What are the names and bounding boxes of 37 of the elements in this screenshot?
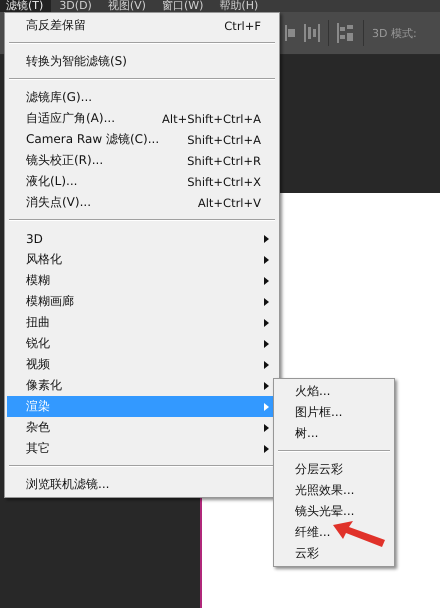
- menu-item[interactable]: 3D: [7, 228, 277, 249]
- menu-item[interactable]: 滤镜库(G)...: [7, 87, 277, 108]
- menu-item[interactable]: 高反差保留 Ctrl+F: [7, 15, 277, 36]
- menu-item[interactable]: 其它: [7, 438, 277, 459]
- menu-item[interactable]: 模糊: [7, 270, 277, 291]
- menu-bar-item[interactable]: 3D(D): [51, 0, 100, 12]
- distribute-icon[interactable]: [337, 23, 355, 43]
- menu-bar-item[interactable]: 滤镜(T): [0, 0, 52, 12]
- menu-item[interactable]: 转换为智能滤镜(S): [7, 51, 277, 72]
- menu-item[interactable]: 镜头光晕...: [276, 501, 392, 522]
- menu-bar-item[interactable]: 窗口(W): [154, 0, 212, 12]
- menu-item[interactable]: 图片框...: [276, 402, 392, 423]
- align-icon[interactable]: [284, 25, 296, 41]
- menu-item[interactable]: 光照效果...: [276, 480, 392, 501]
- mode-label: 3D 模式:: [372, 26, 417, 40]
- menu-item[interactable]: 扭曲: [7, 312, 277, 333]
- menu-item[interactable]: 锐化: [7, 333, 277, 354]
- menu-item[interactable]: 杂色: [7, 417, 277, 438]
- menu-item[interactable]: 火焰...: [276, 381, 392, 402]
- arrow-drawing: [333, 521, 385, 547]
- menu-bar-item[interactable]: 视图(V): [100, 0, 154, 12]
- menu-item[interactable]: 模糊画廊: [7, 291, 277, 312]
- menu-item[interactable]: 风格化: [7, 249, 277, 270]
- menu-item[interactable]: 分层云彩: [276, 459, 392, 480]
- menu-item[interactable]: 树...: [276, 423, 392, 444]
- menu-item[interactable]: 像素化: [7, 375, 277, 396]
- distribute-icon[interactable]: [304, 24, 320, 42]
- menu-item[interactable]: 液化(L)... Shift+Ctrl+X: [7, 171, 277, 192]
- menu-item[interactable]: 浏览联机滤镜...: [7, 474, 277, 495]
- menu-item[interactable]: 云彩: [276, 543, 392, 564]
- menu-item[interactable]: 镜头校正(R)... Shift+Ctrl+R: [7, 150, 277, 171]
- menu-item[interactable]: 消失点(V)... Alt+Ctrl+V: [7, 192, 277, 213]
- menu-bar-item[interactable]: 帮助(H): [211, 0, 266, 12]
- menu-item[interactable]: 自适应广角(A)... Alt+Shift+Ctrl+A: [7, 108, 277, 129]
- menu-item[interactable]: 视频: [7, 354, 277, 375]
- menu-item[interactable]: 纤维...: [276, 522, 392, 543]
- menu-item[interactable]: Camera Raw 滤镜(C)... Shift+Ctrl+A: [7, 129, 277, 150]
